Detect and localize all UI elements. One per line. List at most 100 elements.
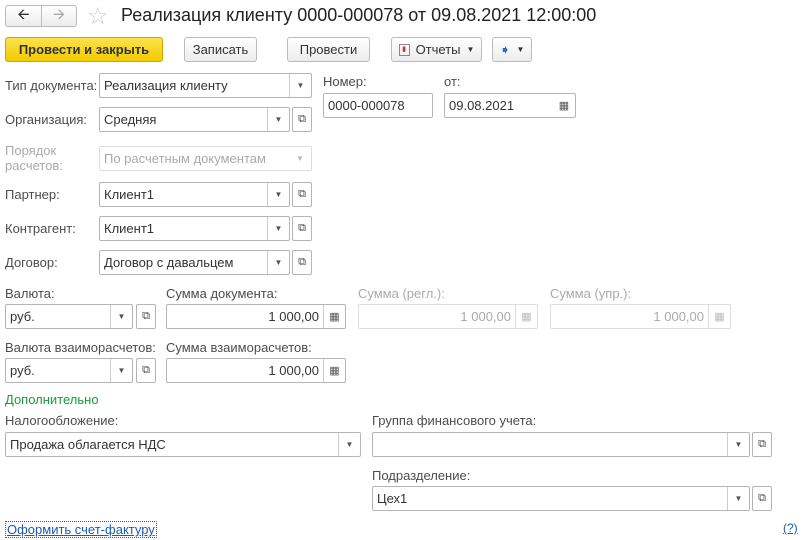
calculator-icon[interactable]: ▦: [323, 305, 345, 328]
settle-currency-field[interactable]: руб. ▼: [5, 358, 133, 383]
chevron-down-icon[interactable]: ▼: [267, 108, 289, 131]
doc-sum-label: Сумма документа:: [166, 286, 278, 301]
open-currency-button[interactable]: ⧉: [136, 304, 156, 329]
open-icon: ⧉: [298, 222, 306, 234]
chevron-down-icon[interactable]: ▼: [267, 217, 289, 240]
sum-mgmt-value: 1 000,00: [653, 309, 704, 324]
section-additional[interactable]: Дополнительно: [5, 392, 99, 407]
open-icon: ⧉: [758, 438, 766, 450]
chevron-down-icon: ▼: [516, 45, 525, 54]
open-icon: ⧉: [298, 256, 306, 268]
chevron-down-icon: ▼: [466, 45, 475, 54]
open-icon: ⧉: [298, 188, 306, 200]
division-label: Подразделение:: [372, 468, 471, 483]
settle-currency-value: руб.: [10, 363, 35, 378]
division-field[interactable]: Цех1 ▼: [372, 486, 750, 511]
sum-reg-value: 1 000,00: [460, 309, 511, 324]
report-icon: ▮: [398, 43, 410, 56]
create-based-icon: ➧: [499, 41, 511, 57]
chevron-down-icon[interactable]: ▼: [338, 433, 360, 456]
settle-value: По расчетным документам: [104, 151, 266, 166]
save-button[interactable]: Записать: [184, 37, 257, 62]
chevron-down-icon[interactable]: ▼: [110, 359, 132, 382]
reports-label: Отчеты: [415, 42, 461, 57]
org-label: Организация:: [5, 112, 88, 127]
arrow-left-icon: 🡨: [17, 5, 30, 23]
currency-label: Валюта:: [5, 286, 55, 301]
open-org-button[interactable]: ⧉: [292, 107, 312, 132]
open-icon: ⧉: [142, 364, 150, 376]
doc-type-value: Реализация клиенту: [104, 78, 228, 93]
fin-group-field[interactable]: ▼: [372, 432, 750, 457]
post-and-close-button[interactable]: Провести и закрыть: [5, 37, 163, 62]
open-icon: ⧉: [298, 113, 306, 125]
partner-field[interactable]: Клиент1 ▼: [99, 182, 290, 207]
back-button[interactable]: 🡨: [5, 5, 42, 27]
org-value: Средняя: [104, 112, 157, 127]
chevron-down-icon[interactable]: ▼: [727, 433, 749, 456]
division-value: Цех1: [377, 491, 408, 506]
settle-field: По расчетным документам ▼: [99, 146, 312, 171]
settle-label: Порядок расчетов:: [5, 143, 63, 173]
chevron-down-icon[interactable]: ▼: [267, 251, 289, 274]
chevron-down-icon: ▼: [296, 154, 304, 163]
settle-currency-label: Валюта взаиморасчетов:: [5, 340, 156, 355]
doc-type-label: Тип документа:: [5, 78, 98, 93]
date-value: 09.08.2021: [449, 98, 515, 113]
counterparty-field[interactable]: Клиент1 ▼: [99, 216, 290, 241]
sum-mgmt-label: Сумма (упр.):: [550, 286, 632, 301]
star-icon[interactable]: ☆: [87, 2, 109, 31]
calculator-icon[interactable]: ▦: [323, 359, 345, 382]
open-settle-currency-button[interactable]: ⧉: [136, 358, 156, 383]
settle-sum-field[interactable]: 1 000,00 ▦: [166, 358, 346, 383]
doc-type-field[interactable]: Реализация клиенту ▼: [99, 73, 312, 98]
open-division-button[interactable]: ⧉: [752, 486, 772, 511]
contract-label: Договор:: [5, 255, 58, 270]
calculator-icon: ▦: [515, 305, 537, 328]
calculator-icon: ▦: [708, 305, 730, 328]
open-counterparty-button[interactable]: ⧉: [292, 216, 312, 241]
arrow-right-icon: 🡪: [52, 5, 66, 23]
post-button[interactable]: Провести: [287, 37, 370, 62]
help-link[interactable]: (?): [783, 521, 798, 535]
create-based-button[interactable]: ➧ ▼: [492, 37, 532, 62]
open-icon: ⧉: [758, 492, 766, 504]
calendar-icon[interactable]: ▦: [553, 94, 575, 117]
date-field[interactable]: 09.08.2021 ▦: [444, 93, 576, 118]
open-icon: ⧉: [142, 310, 150, 322]
settle-sum-label: Сумма взаиморасчетов:: [166, 340, 312, 355]
counterparty-label: Контрагент:: [5, 221, 76, 236]
currency-value: руб.: [10, 309, 35, 324]
chevron-down-icon[interactable]: ▼: [727, 487, 749, 510]
number-value: 0000-000078: [328, 98, 405, 113]
contract-value: Договор с давальцем: [104, 255, 234, 270]
taxation-label: Налогообложение:: [5, 413, 119, 428]
taxation-field[interactable]: Продажа облагается НДС ▼: [5, 432, 361, 457]
number-field[interactable]: 0000-000078: [323, 93, 433, 118]
taxation-value: Продажа облагается НДС: [10, 437, 166, 452]
chevron-down-icon[interactable]: ▼: [267, 183, 289, 206]
org-field[interactable]: Средняя ▼: [99, 107, 290, 132]
page-title: Реализация клиенту 0000-000078 от 09.08.…: [121, 5, 597, 25]
sum-mgmt-field: 1 000,00 ▦: [550, 304, 731, 329]
doc-sum-value: 1 000,00: [268, 309, 319, 324]
forward-button[interactable]: 🡪: [41, 5, 77, 27]
open-contract-button[interactable]: ⧉: [292, 250, 312, 275]
partner-label: Партнер:: [5, 187, 60, 202]
open-partner-button[interactable]: ⧉: [292, 182, 312, 207]
reports-button[interactable]: ▮ Отчеты ▼: [391, 37, 482, 62]
chevron-down-icon[interactable]: ▼: [110, 305, 132, 328]
open-fin-group-button[interactable]: ⧉: [752, 432, 772, 457]
counterparty-value: Клиент1: [104, 221, 155, 236]
currency-field[interactable]: руб. ▼: [5, 304, 133, 329]
doc-sum-field[interactable]: 1 000,00 ▦: [166, 304, 346, 329]
date-label: от:: [444, 74, 461, 89]
create-invoice-link[interactable]: Оформить счет-фактуру: [5, 521, 157, 538]
fin-group-label: Группа финансового учета:: [372, 413, 537, 428]
chevron-down-icon[interactable]: ▼: [289, 74, 311, 97]
number-label: Номер:: [323, 74, 367, 89]
partner-value: Клиент1: [104, 187, 155, 202]
sum-reg-field: 1 000,00 ▦: [358, 304, 538, 329]
settle-sum-value: 1 000,00: [268, 363, 319, 378]
contract-field[interactable]: Договор с давальцем ▼: [99, 250, 290, 275]
